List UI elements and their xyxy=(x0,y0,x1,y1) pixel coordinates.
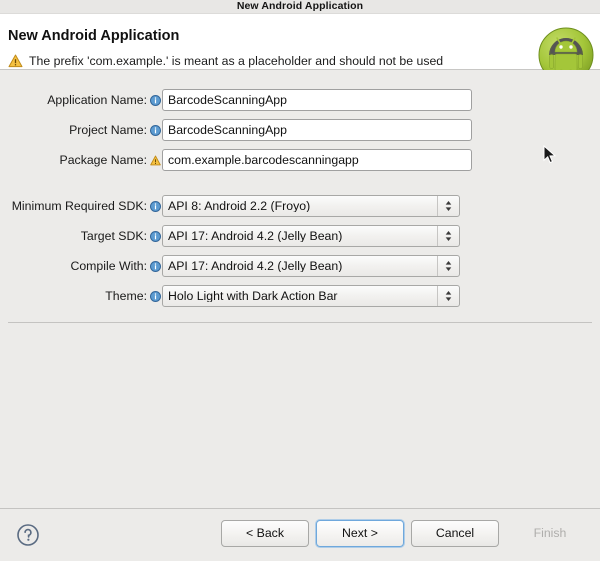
compile-with-dropdown[interactable]: API 17: Android 4.2 (Jelly Bean) xyxy=(162,255,460,277)
field-row-target-sdk: Target SDK: API 17: Android 4.2 (Jelly B… xyxy=(0,225,460,247)
package-name-input[interactable] xyxy=(162,149,472,171)
minimum-required-sdk-dropdown[interactable]: API 8: Android 2.2 (Froyo) xyxy=(162,195,460,217)
window-titlebar: New Android Application xyxy=(0,0,600,14)
field-row-compile-with: Compile With: API 17: Android 4.2 (Jelly… xyxy=(0,255,460,277)
next-button[interactable]: Next > xyxy=(316,520,404,547)
field-row-application-name: Application Name: xyxy=(0,89,472,111)
warning-triangle-icon xyxy=(8,54,23,68)
field-label-compile-with: Compile With: xyxy=(70,258,147,273)
field-label-target-sdk: Target SDK: xyxy=(80,228,147,243)
theme-dropdown[interactable]: Holo Light with Dark Action Bar xyxy=(162,285,460,307)
finish-button: Finish xyxy=(506,520,594,547)
application-name-input[interactable] xyxy=(162,89,472,111)
target-sdk-dropdown[interactable]: API 17: Android 4.2 (Jelly Bean) xyxy=(162,225,460,247)
chevron-updown-icon[interactable] xyxy=(437,196,459,216)
wizard-header: New Android Application The prefix 'com.… xyxy=(0,14,600,83)
field-label-theme: Theme: xyxy=(105,288,147,303)
help-question-icon[interactable] xyxy=(16,523,40,547)
info-icon[interactable] xyxy=(148,290,162,302)
info-icon[interactable] xyxy=(148,200,162,212)
field-label-minimum-required-sdk: Minimum Required SDK: xyxy=(11,198,147,213)
wizard-buttons: < Back Next > Cancel Finish xyxy=(221,520,594,547)
cancel-button[interactable]: Cancel xyxy=(411,520,499,547)
window-title: New Android Application xyxy=(236,0,364,13)
field-row-project-name: Project Name: xyxy=(0,119,472,141)
theme-value: Holo Light with Dark Action Bar xyxy=(168,289,338,303)
info-icon[interactable] xyxy=(148,230,162,242)
info-icon[interactable] xyxy=(148,260,162,272)
field-row-minimum-required-sdk: Minimum Required SDK: API 8: Android 2.2… xyxy=(0,195,460,217)
project-name-input[interactable] xyxy=(162,119,472,141)
info-icon[interactable] xyxy=(148,124,162,136)
chevron-updown-icon[interactable] xyxy=(437,286,459,306)
wizard-button-bar: < Back Next > Cancel Finish xyxy=(0,508,600,561)
page-title: New Android Application xyxy=(8,28,180,44)
chevron-updown-icon[interactable] xyxy=(437,256,459,276)
form-body: Application Name: Project Name: Package … xyxy=(0,70,600,508)
chevron-updown-icon[interactable] xyxy=(437,226,459,246)
field-row-theme: Theme: Holo Light with Dark Action Bar xyxy=(0,285,460,307)
info-icon[interactable] xyxy=(148,94,162,106)
section-divider xyxy=(8,322,592,323)
target-sdk-value: API 17: Android 4.2 (Jelly Bean) xyxy=(168,229,343,243)
field-label-application-name: Application Name: xyxy=(47,92,147,107)
header-message-row: The prefix 'com.example.' is meant as a … xyxy=(8,54,443,68)
field-label-package-name: Package Name: xyxy=(59,152,148,167)
header-message-text: The prefix 'com.example.' is meant as a … xyxy=(29,53,444,68)
field-row-package-name: Package Name: xyxy=(0,149,472,171)
minimum-required-sdk-value: API 8: Android 2.2 (Froyo) xyxy=(168,199,311,213)
field-label-project-name: Project Name: xyxy=(69,122,147,137)
back-button[interactable]: < Back xyxy=(221,520,309,547)
warning-icon[interactable] xyxy=(148,155,162,166)
compile-with-value: API 17: Android 4.2 (Jelly Bean) xyxy=(168,259,343,273)
